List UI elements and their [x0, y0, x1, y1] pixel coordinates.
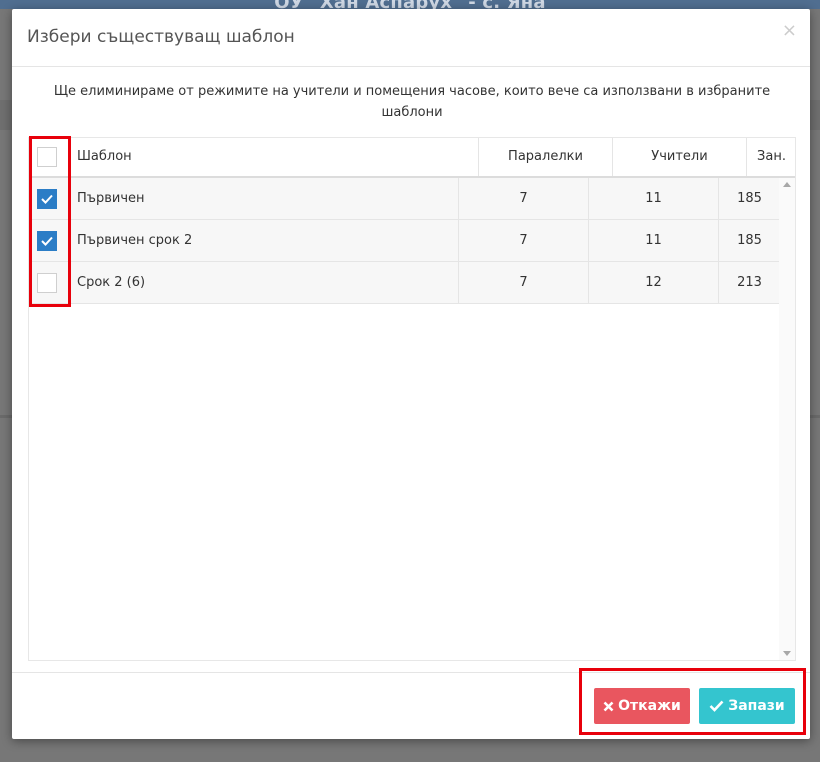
row-checkbox[interactable] — [37, 231, 57, 251]
table-row[interactable]: Първичен срок 2 7 11 185 — [29, 220, 779, 262]
table-row[interactable]: Срок 2 (6) 7 12 213 — [29, 262, 779, 304]
cancel-button[interactable]: Откажи — [594, 688, 690, 724]
modal-header: Избери съществуващ шаблон × — [12, 9, 810, 67]
cell-classes: 7 — [458, 262, 588, 303]
cell-teachers: 11 — [588, 178, 718, 219]
scroll-down-icon[interactable] — [783, 651, 791, 656]
save-button[interactable]: Запази — [699, 688, 795, 724]
modal-footer-divider — [12, 672, 810, 673]
cell-teachers: 12 — [588, 262, 718, 303]
table-header: Шаблон Паралелки Учители Зан. — [29, 138, 795, 178]
background-header: ОУ "Хан Аспарух" - с. Яна — [0, 0, 820, 13]
close-icon[interactable]: × — [782, 20, 797, 41]
table-row[interactable]: Първичен 7 11 185 — [29, 178, 779, 220]
table-body: Първичен 7 11 185 Първичен срок 2 7 11 1… — [29, 178, 779, 660]
cell-lessons: 213 — [718, 262, 780, 303]
column-header-lessons[interactable]: Зан. — [746, 138, 796, 176]
modal-title: Избери съществуващ шаблон — [27, 27, 295, 47]
scroll-up-icon[interactable] — [783, 182, 791, 187]
cell-lessons: 185 — [718, 220, 780, 261]
cancel-button-label: Откажи — [618, 698, 681, 714]
cell-template-name: Първичен — [77, 191, 145, 206]
select-all-checkbox[interactable] — [37, 147, 57, 167]
cell-lessons: 185 — [718, 178, 780, 219]
column-header-template[interactable]: Шаблон — [77, 138, 477, 176]
info-text: Ще елиминираме от режимите на учители и … — [53, 84, 771, 120]
column-header-classes[interactable]: Паралелки — [478, 138, 612, 176]
cell-classes: 7 — [458, 178, 588, 219]
check-icon — [41, 194, 53, 204]
cell-classes: 7 — [458, 220, 588, 261]
check-icon — [41, 236, 53, 246]
cell-template-name: Срок 2 (6) — [77, 275, 146, 290]
select-template-modal: Избери съществуващ шаблон × Ще елиминира… — [12, 9, 810, 739]
times-icon — [603, 701, 614, 711]
table-scrollbar[interactable] — [779, 178, 795, 660]
save-button-label: Запази — [728, 698, 785, 714]
row-checkbox[interactable] — [37, 189, 57, 209]
column-header-teachers[interactable]: Учители — [612, 138, 746, 176]
cell-template-name: Първичен срок 2 — [77, 233, 193, 248]
cell-teachers: 11 — [588, 220, 718, 261]
templates-table: Шаблон Паралелки Учители Зан. Първичен 7… — [28, 137, 796, 661]
check-icon — [709, 700, 724, 712]
row-checkbox[interactable] — [37, 273, 57, 293]
